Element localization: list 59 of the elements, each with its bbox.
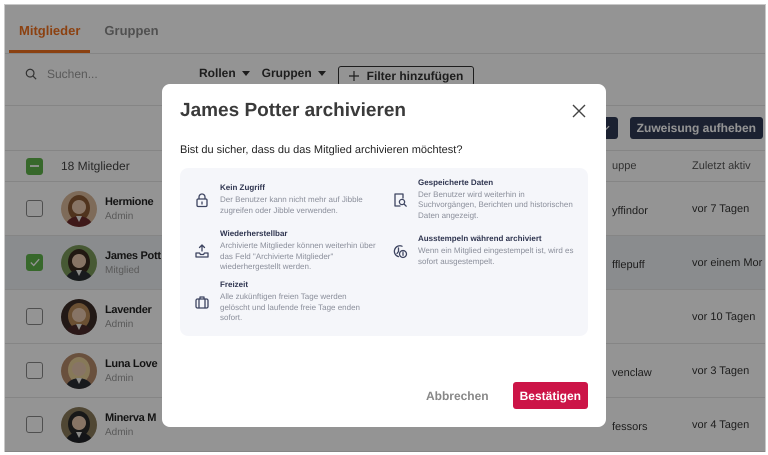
- search-icon: [25, 68, 37, 80]
- row-checkbox[interactable]: [26, 308, 43, 325]
- confirmation-question: Bist du sicher, dass du das Mitglied archivieren möchtest?: [180, 144, 464, 156]
- check-icon: [30, 258, 40, 267]
- minus-icon: [30, 165, 39, 167]
- document-search-icon: [392, 192, 408, 208]
- member-name: James Pott: [105, 250, 161, 262]
- info-title: Kein Zugriff: [220, 183, 265, 192]
- group-cell: fessors: [612, 421, 648, 433]
- suitcase-icon: [194, 294, 210, 310]
- tray-upload-icon: [194, 242, 210, 259]
- member-name: Minerva M: [105, 412, 156, 424]
- close-button[interactable]: [570, 102, 588, 120]
- confirm-button[interactable]: Bestätigen: [512, 382, 588, 409]
- info-text: Archivierte Mitglieder können weiterhin über das Feld "Archivierte Mitglieder" wiederhergestellt werden.: [220, 241, 376, 272]
- info-text: Wenn ein Mitglied eingestempelt ist, wird es sofort ausgestempelt.: [418, 246, 574, 268]
- member-role: Admin: [105, 426, 134, 438]
- select-all-checkbox[interactable]: [26, 158, 43, 174]
- add-filter-button[interactable]: Filter hinzufügen: [338, 66, 474, 86]
- member-name: Luna Love: [105, 358, 158, 370]
- info-text: Alle zukünftigen freien Tage werden gelöscht und laufende freie Tage enden sofort.: [220, 292, 361, 324]
- search-field[interactable]: Suchen...: [45, 66, 159, 82]
- member-role: Admin: [105, 318, 134, 330]
- last-active-cell-text: vor 10 Tagen: [692, 310, 756, 322]
- unassign-button[interactable]: Zuweisung aufheben: [630, 117, 763, 139]
- group-cell: yffindor: [612, 205, 648, 217]
- cancel-button[interactable]: Abbrechen: [420, 388, 495, 404]
- info-title: Ausstempeln während archiviert: [418, 234, 542, 244]
- filter-dropdown[interactable]: Gruppen: [258, 66, 330, 80]
- last-active-cell-text: vor einem Mor: [692, 256, 764, 268]
- last-active-cell-text: vor 7 Tagen: [692, 202, 750, 214]
- close-icon: [572, 104, 586, 118]
- group-cell: fflepuff: [612, 259, 645, 271]
- row-checkbox[interactable]: [26, 416, 43, 433]
- member-name: Hermione: [105, 196, 154, 208]
- column-header: uppe: [612, 160, 638, 172]
- row-checkbox[interactable]: [26, 200, 43, 217]
- clock-info-icon: [392, 242, 408, 259]
- info-title: Wiederherstellbar: [220, 229, 288, 238]
- caret-icon: [318, 70, 326, 76]
- info-text: Der Benutzer kann nicht mehr auf Jibble zugreifen oder Jibble verwenden.: [220, 195, 364, 216]
- info-text: Der Benutzer wird weiterhin in Suchvorgängen, Berichten und historischen Daten angezeigt.: [418, 190, 574, 222]
- info-title: Freizeit: [220, 280, 248, 290]
- row-checkbox[interactable]: [26, 362, 43, 379]
- member-count: 18 Mitglieder: [61, 159, 131, 173]
- member-name: Lavender: [105, 304, 152, 316]
- group-cell: venclaw: [612, 367, 652, 379]
- lock-icon: [194, 192, 210, 208]
- member-role: Admin: [105, 372, 134, 384]
- filter-dropdown[interactable]: Rollen: [195, 66, 254, 80]
- member-role: Admin: [105, 210, 134, 222]
- last-active-cell-text: vor 4 Tagen: [692, 418, 750, 430]
- dialog-title: James Potter archivieren: [180, 100, 406, 122]
- column-header: Zuletzt aktiv: [692, 160, 752, 172]
- info-title: Gespeicherte Daten: [418, 178, 494, 187]
- plus-icon: [348, 71, 359, 81]
- last-active-cell-text: vor 3 Tagen: [692, 364, 750, 376]
- caret-icon: [242, 70, 250, 76]
- row-checkbox[interactable]: [26, 254, 43, 271]
